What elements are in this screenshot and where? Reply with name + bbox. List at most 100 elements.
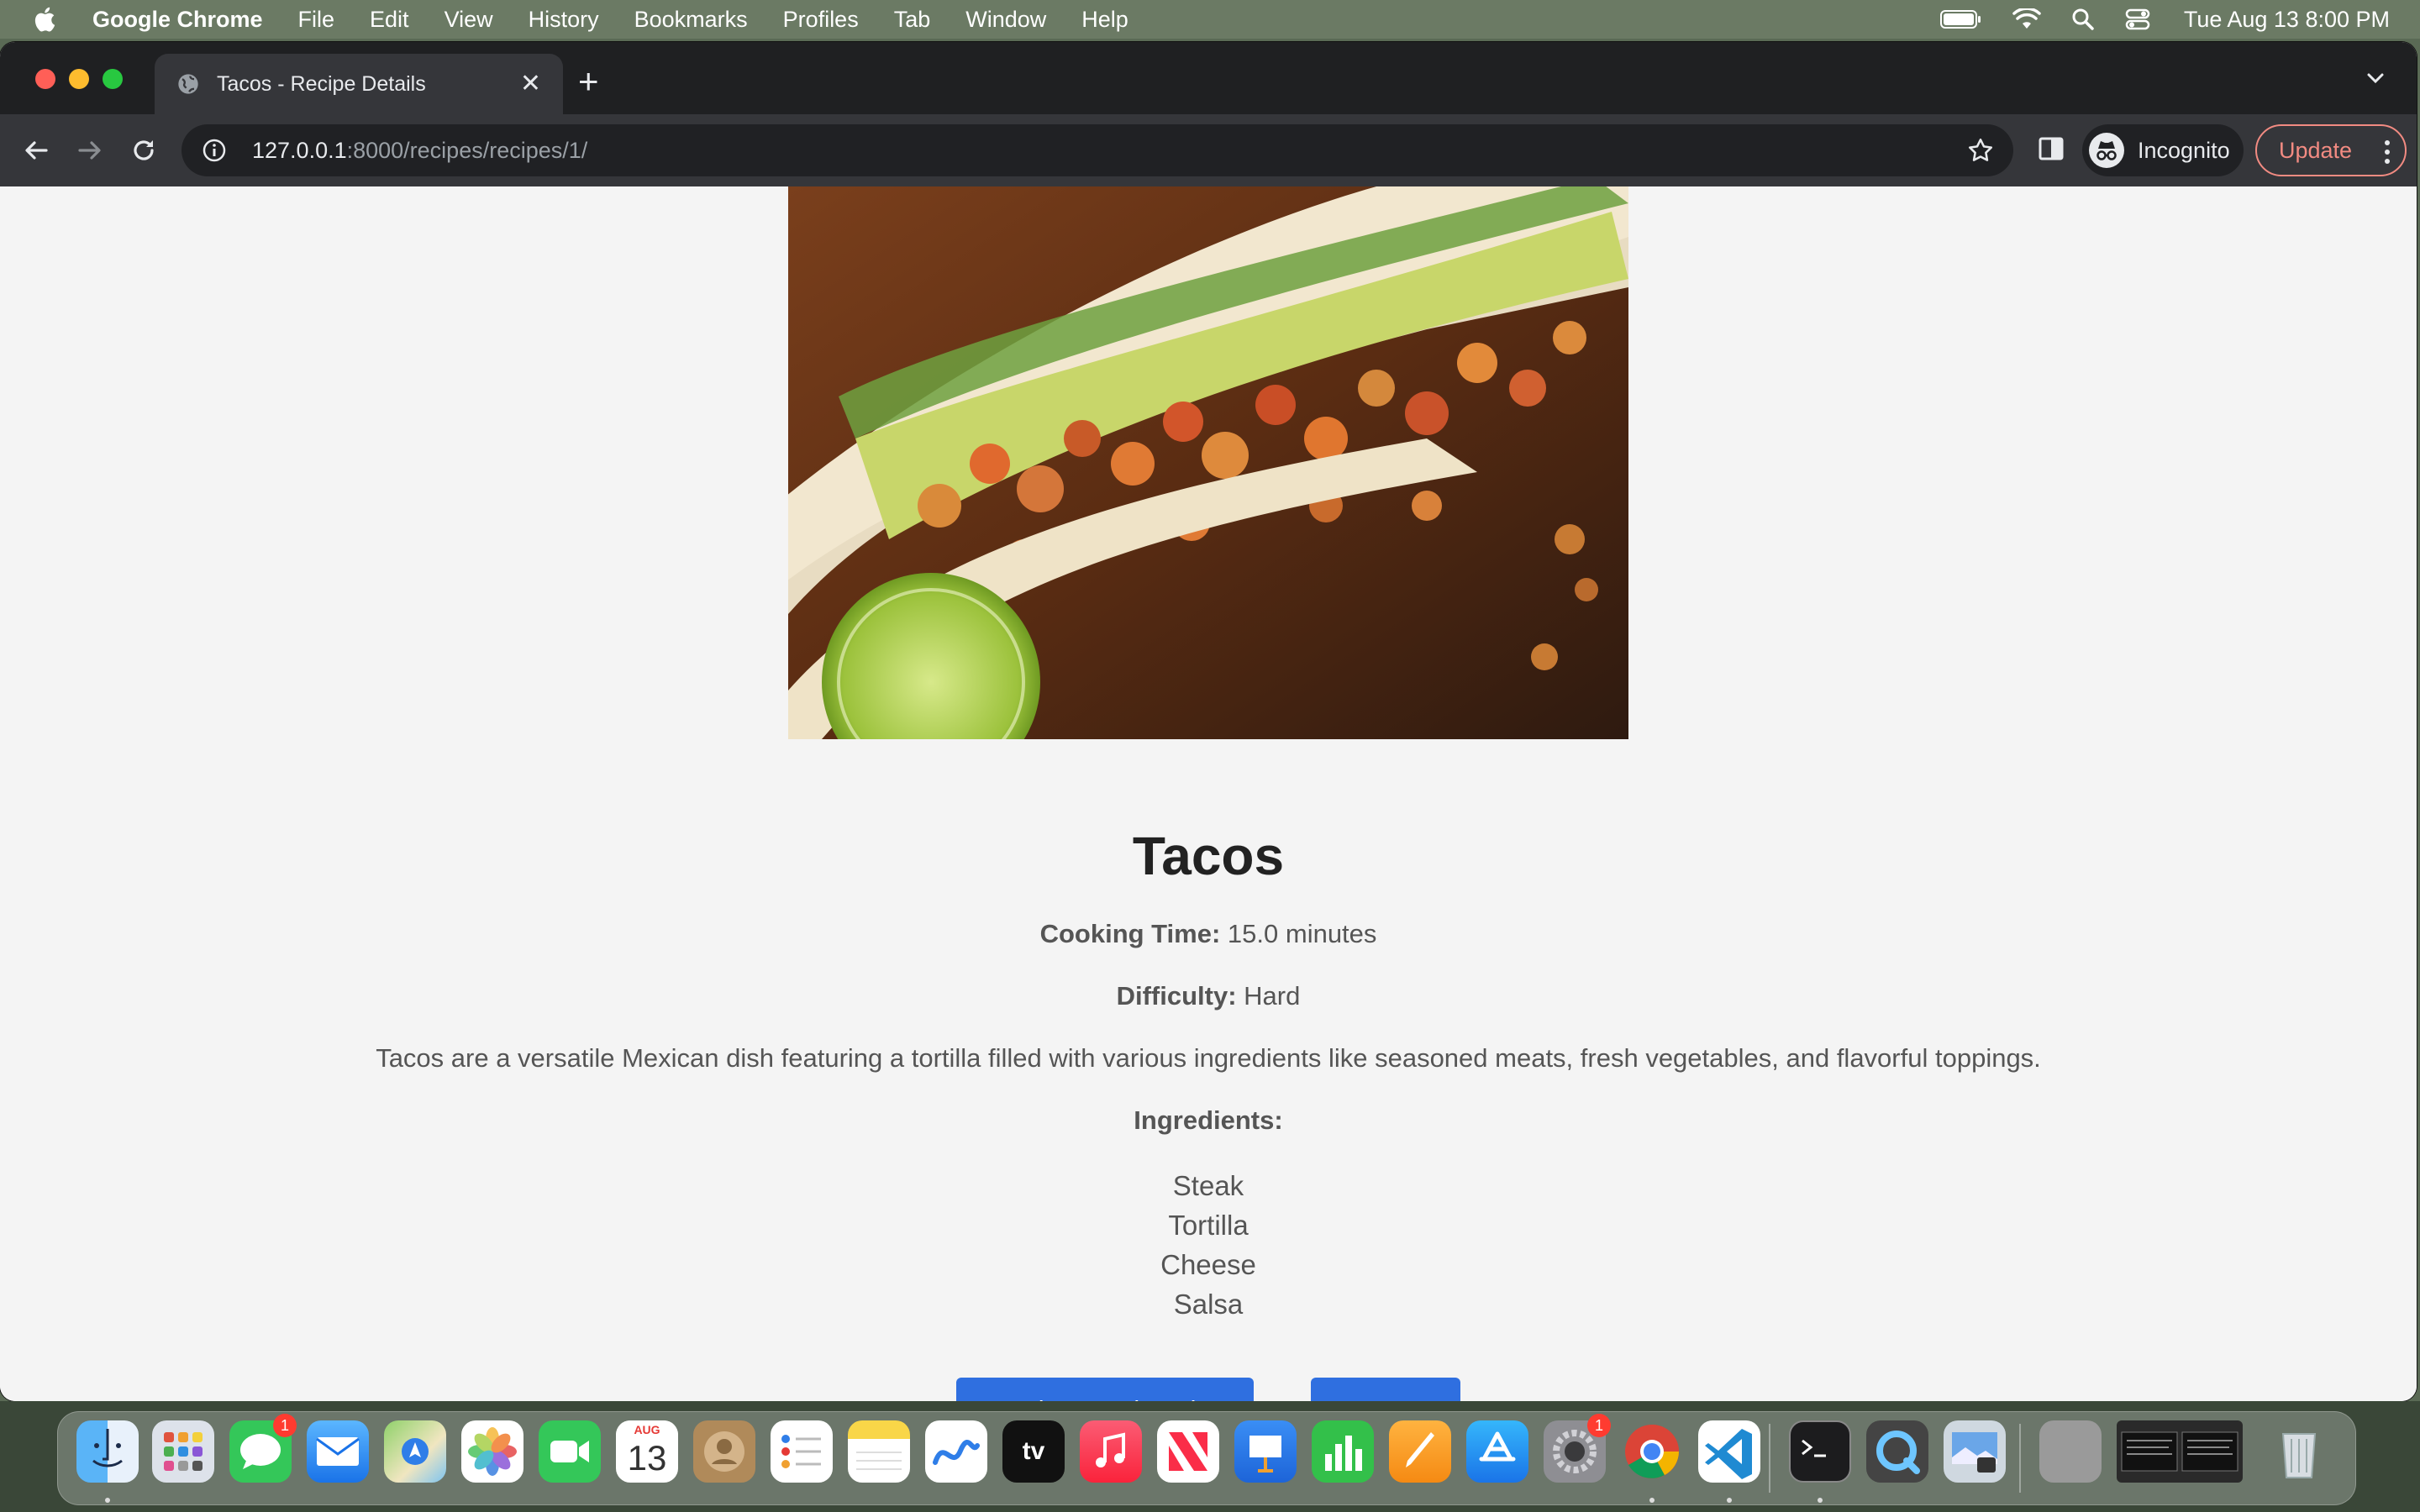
ingredient-item: Salsa [1173, 1289, 1244, 1320]
more-options-icon[interactable] [2383, 138, 2391, 172]
numbers-icon[interactable] [1312, 1420, 1374, 1483]
menu-bar-clock[interactable]: Tue Aug 13 8:00 PM [2184, 7, 2390, 33]
quicktime-icon[interactable] [1866, 1420, 1928, 1483]
pages-icon[interactable] [1389, 1420, 1451, 1483]
contacts-icon[interactable] [693, 1420, 755, 1483]
app-store-icon[interactable] [1466, 1420, 1528, 1483]
mail-icon[interactable] [307, 1420, 369, 1483]
url-path: :8000/recipes/recipes/1/ [346, 137, 588, 163]
preview-icon[interactable] [1944, 1420, 2006, 1483]
dock-separator [2019, 1424, 2021, 1493]
recipe-details: Tacos Cooking Time: 15.0 minutes Difficu… [0, 825, 2417, 1324]
minimize-window-button[interactable] [69, 69, 89, 89]
vscode-icon[interactable] [1698, 1420, 1760, 1483]
menu-bar: Google Chrome File Edit View History Boo… [0, 0, 2420, 39]
browser-toolbar: 127.0.0.1:8000/recipes/recipes/1/ Incogn… [0, 114, 2417, 186]
messages-badge: 1 [273, 1414, 297, 1437]
incognito-label: Incognito [2138, 137, 2230, 163]
forward-arrow-icon[interactable] [72, 133, 108, 168]
ingredient-item: Cheese [1160, 1249, 1256, 1280]
cooking-time: Cooking Time: 15.0 minutes [0, 919, 2417, 949]
address-bar[interactable]: 127.0.0.1:8000/recipes/recipes/1/ [182, 124, 2013, 176]
bookmark-star-icon[interactable] [1966, 136, 1995, 171]
battery-icon[interactable] [1939, 9, 1982, 29]
recipe-image [788, 186, 1628, 739]
calendar-day: 13 [627, 1438, 667, 1478]
tab-title: Tacos - Recipe Details [217, 71, 426, 96]
messages-icon[interactable]: 1 [229, 1414, 297, 1483]
browser-tab-active[interactable]: Tacos - Recipe Details ✕ [155, 54, 563, 114]
incognito-icon [2089, 133, 2124, 168]
menu-app-name[interactable]: Google Chrome [92, 7, 263, 33]
update-label: Update [2279, 137, 2353, 163]
menu-edit[interactable]: Edit [370, 7, 409, 33]
music-icon[interactable] [1080, 1420, 1142, 1483]
reload-icon[interactable] [126, 133, 161, 168]
system-settings-icon[interactable]: 1 [1544, 1414, 1611, 1483]
launchpad-icon[interactable] [152, 1420, 214, 1483]
apple-logo-icon[interactable] [32, 5, 60, 34]
back-to-recipe-list-button[interactable]: Back to Recipe List [956, 1378, 1254, 1401]
close-window-button[interactable] [35, 69, 55, 89]
notes-icon[interactable] [848, 1420, 910, 1483]
calendar-icon[interactable]: AUG 13 [616, 1420, 678, 1483]
maximize-window-button[interactable] [103, 69, 123, 89]
difficulty-label: Difficulty: [1116, 981, 1237, 1011]
dock: 1 AUG 13 tv 1 [57, 1411, 2356, 1505]
back-arrow-icon[interactable] [18, 133, 54, 168]
running-indicator [1649, 1498, 1655, 1503]
ingredient-item: Tortilla [1168, 1210, 1249, 1241]
finder-icon[interactable] [76, 1420, 139, 1483]
window-thumbnail-icon[interactable] [2117, 1420, 2243, 1483]
side-panel-icon[interactable] [2037, 134, 2065, 167]
menu-window[interactable]: Window [965, 7, 1046, 33]
browser-window: Tacos - Recipe Details ✕ + 127.0.0.1:800… [0, 42, 2417, 1401]
menu-view[interactable]: View [445, 7, 493, 33]
cooking-time-label: Cooking Time: [1039, 919, 1221, 948]
apple-tv-label: tv [1022, 1437, 1045, 1465]
logout-button[interactable]: Logout [1311, 1378, 1460, 1401]
page-content: Tacos Cooking Time: 15.0 minutes Difficu… [0, 186, 2417, 1401]
document-icon[interactable] [2039, 1420, 2102, 1483]
running-indicator [1727, 1498, 1732, 1503]
spotlight-search-icon[interactable] [2071, 8, 2095, 31]
recipe-description: Tacos are a versatile Mexican dish featu… [376, 1043, 2041, 1073]
tab-search-chevron-icon[interactable] [2365, 67, 2386, 93]
update-button[interactable]: Update [2255, 124, 2407, 176]
status-area: Tue Aug 13 8:00 PM [1910, 0, 2390, 39]
maps-icon[interactable] [384, 1420, 446, 1483]
ingredients-list: Steak Tortilla Cheese Salsa [0, 1166, 2417, 1324]
reminders-icon[interactable] [771, 1420, 833, 1483]
terminal-icon[interactable] [1789, 1420, 1851, 1483]
wifi-icon[interactable] [2012, 8, 2041, 30]
close-tab-icon[interactable]: ✕ [520, 71, 541, 97]
freeform-icon[interactable] [925, 1420, 987, 1483]
url-host: 127.0.0.1 [252, 137, 347, 163]
cooking-time-value: 15.0 minutes [1227, 919, 1377, 948]
incognito-indicator[interactable]: Incognito [2082, 124, 2244, 176]
facetime-icon[interactable] [539, 1420, 601, 1483]
new-tab-icon[interactable]: + [578, 64, 599, 99]
menu-profiles[interactable]: Profiles [783, 7, 859, 33]
running-indicator [105, 1498, 110, 1503]
site-info-icon[interactable] [202, 138, 227, 163]
ingredients-heading: Ingredients: [1134, 1105, 1283, 1135]
control-center-icon[interactable] [2125, 8, 2150, 31]
running-indicator [1818, 1498, 1823, 1503]
news-icon[interactable] [1157, 1420, 1219, 1483]
tab-strip: Tacos - Recipe Details ✕ + [0, 42, 2417, 114]
photos-icon[interactable] [461, 1420, 523, 1483]
apple-tv-icon[interactable]: tv [1002, 1420, 1065, 1483]
menu-tab[interactable]: Tab [894, 7, 931, 33]
menu-help[interactable]: Help [1081, 7, 1128, 33]
calendar-month: AUG [616, 1420, 678, 1437]
keynote-icon[interactable] [1234, 1420, 1297, 1483]
menu-file[interactable]: File [298, 7, 335, 33]
menu-bookmarks[interactable]: Bookmarks [634, 7, 748, 33]
menu-history[interactable]: History [529, 7, 599, 33]
difficulty: Difficulty: Hard [0, 981, 2417, 1011]
recipe-title: Tacos [1132, 826, 1285, 886]
chrome-icon[interactable] [1621, 1420, 1683, 1483]
window-controls [35, 69, 136, 89]
trash-icon[interactable] [2268, 1420, 2330, 1483]
